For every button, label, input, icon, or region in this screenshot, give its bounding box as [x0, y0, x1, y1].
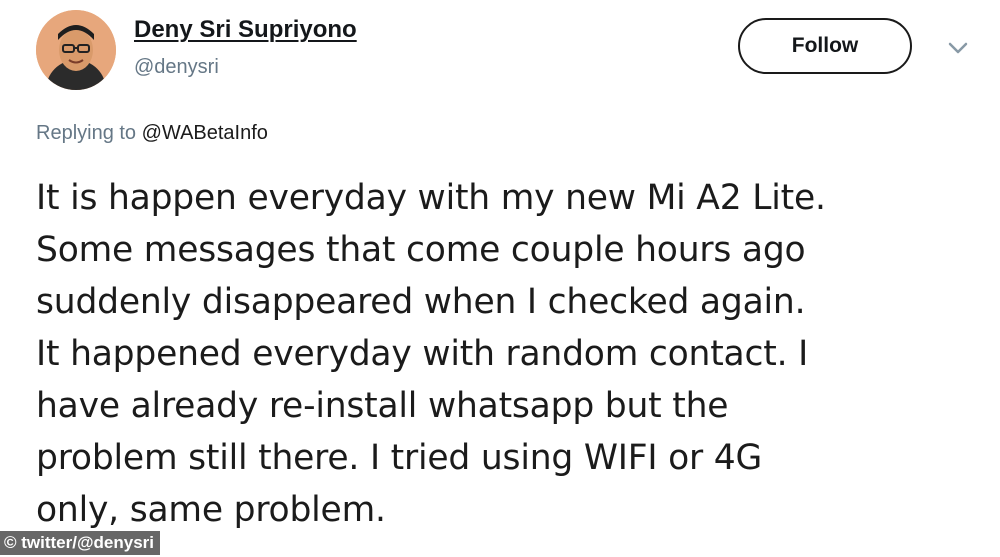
author-handle[interactable]: @denysri [134, 56, 219, 79]
chevron-down-icon[interactable] [944, 38, 972, 58]
tweet-card: Deny Sri Supriyono @denysri Follow Reply… [0, 0, 1000, 557]
author-name[interactable]: Deny Sri Supriyono [134, 16, 357, 44]
tweet-text-line: suddenly disappeared when I checked agai… [36, 282, 806, 322]
user-photo-icon [36, 10, 116, 90]
tweet-text-line: Some messages that come couple hours ago [36, 230, 806, 270]
reply-context: Replying to @WABetaInfo [36, 122, 268, 145]
tweet-text-line: problem still there. I tried using WIFI … [36, 438, 763, 478]
tweet-text-line: It happened everyday with random contact… [36, 334, 809, 374]
follow-button[interactable]: Follow [738, 18, 912, 74]
tweet-text-line: only, same problem. [36, 490, 386, 530]
reply-prefix: Replying to [36, 122, 137, 144]
image-credit: © twitter/@denysri [0, 531, 161, 555]
reply-mention-link[interactable]: @WABetaInfo [142, 122, 268, 144]
tweet-text-line: have already re-install whatsapp but the [36, 386, 729, 426]
tweet-text-line: It is happen everyday with my new Mi A2 … [36, 178, 826, 218]
tweet-text: It is happen everyday with my new Mi A2 … [36, 172, 986, 536]
avatar[interactable] [36, 10, 116, 90]
